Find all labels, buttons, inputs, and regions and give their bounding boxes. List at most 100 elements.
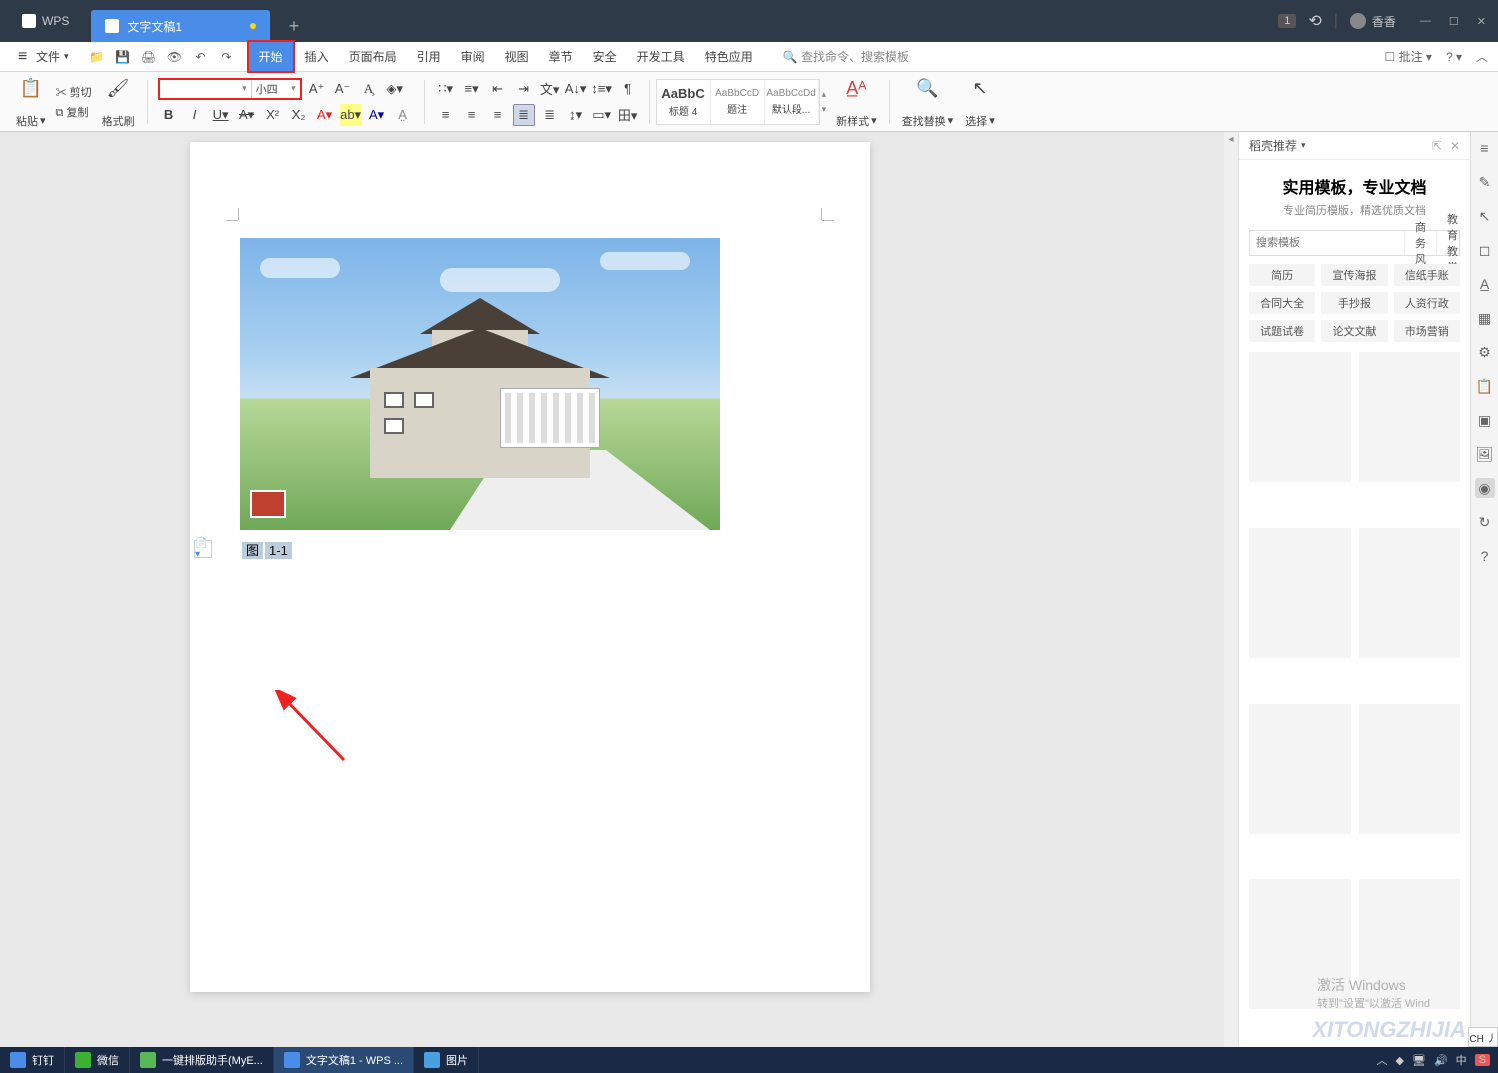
- menu-security[interactable]: 安全: [583, 42, 627, 71]
- inserted-image[interactable]: [240, 238, 720, 530]
- taskbar-dingtalk[interactable]: 钉钉: [0, 1047, 65, 1073]
- superscript-button[interactable]: X²: [262, 104, 284, 126]
- undo-button[interactable]: ↶: [191, 47, 211, 67]
- notification-badge[interactable]: 1: [1278, 14, 1296, 28]
- print-preview-icon[interactable]: 👁: [165, 47, 185, 67]
- tag-thesis[interactable]: 论文文献: [1321, 320, 1387, 342]
- tag-poster[interactable]: 宣传海报: [1321, 264, 1387, 286]
- new-tab-button[interactable]: +: [278, 10, 310, 42]
- highlight-button[interactable]: ab▾: [340, 104, 362, 126]
- taskbar-wps[interactable]: 文字文稿1 - WPS ...: [274, 1047, 414, 1073]
- increase-indent-button[interactable]: ⇥: [513, 78, 535, 100]
- image-icon[interactable]: 🖼: [1475, 444, 1495, 464]
- text-effects-button[interactable]: A▾: [314, 104, 336, 126]
- hamburger-icon[interactable]: ≡: [1475, 138, 1495, 158]
- bullets-button[interactable]: ∷▾: [435, 78, 457, 100]
- tag-handdraw[interactable]: 手抄报: [1321, 292, 1387, 314]
- document-tab[interactable]: 文字文稿1: [91, 10, 270, 42]
- borders-button[interactable]: 田▾: [617, 104, 639, 126]
- pencil-icon[interactable]: ✎: [1475, 172, 1495, 192]
- format-painter-group[interactable]: 🖌 格式刷: [96, 75, 141, 129]
- text-icon[interactable]: A̲: [1475, 274, 1495, 294]
- show-marks-button[interactable]: ¶: [617, 78, 639, 100]
- close-button[interactable]: ✕: [1477, 15, 1486, 28]
- align-center-button[interactable]: ≡: [461, 104, 483, 126]
- tray-up-icon[interactable]: ︿: [1377, 1052, 1388, 1068]
- close-panel-button[interactable]: ✕: [1450, 139, 1460, 153]
- taskbar-typeset[interactable]: 一键排版助手(MyE...: [130, 1047, 274, 1073]
- clipboard-icon[interactable]: 📋: [1475, 376, 1495, 396]
- redo-button[interactable]: ↷: [217, 47, 237, 67]
- new-style-group[interactable]: A̲ᴬ 新样式▾: [830, 75, 883, 129]
- tray-ime-label[interactable]: 中: [1456, 1052, 1467, 1068]
- distribute-button[interactable]: ≣: [539, 104, 561, 126]
- menu-references[interactable]: 引用: [407, 42, 451, 71]
- font-name-input[interactable]: ▾: [160, 80, 252, 98]
- paste-group[interactable]: 📋 粘贴▾: [10, 75, 52, 129]
- pin-icon[interactable]: ⇱: [1432, 139, 1442, 153]
- text-direction-button[interactable]: 文▾: [539, 78, 561, 100]
- template-icon[interactable]: ◉: [1475, 478, 1495, 498]
- panel-toggle-icon[interactable]: ◂: [1224, 134, 1238, 145]
- taskbar-wechat[interactable]: 微信: [65, 1047, 130, 1073]
- search-tab-education[interactable]: 教育教学: [1436, 231, 1468, 255]
- subscript-button[interactable]: X₂: [288, 104, 310, 126]
- style-down-button[interactable]: ▾: [822, 104, 827, 115]
- command-search[interactable]: 🔍 查找命令、搜索模板: [783, 48, 909, 65]
- shading-button[interactable]: ▭▾: [591, 104, 613, 126]
- menu-review[interactable]: 审阅: [451, 42, 495, 71]
- style-heading4[interactable]: AaBbC 标题 4: [657, 80, 711, 124]
- align-left-button[interactable]: ≡: [435, 104, 457, 126]
- help-icon[interactable]: ?: [1475, 546, 1495, 566]
- align-justify-button[interactable]: ≣: [513, 104, 535, 126]
- change-case-button[interactable]: A̧: [358, 78, 380, 100]
- tag-resume[interactable]: 简历: [1249, 264, 1315, 286]
- refresh-icon[interactable]: ↻: [1475, 512, 1495, 532]
- cut-button[interactable]: ✂ 剪切: [56, 84, 92, 100]
- tray-network-icon[interactable]: 🖥: [1412, 1054, 1426, 1067]
- tag-hr[interactable]: 人资行政: [1394, 292, 1460, 314]
- tag-marketing[interactable]: 市场营销: [1394, 320, 1460, 342]
- print-icon[interactable]: 🖨: [139, 47, 159, 67]
- grid-icon[interactable]: ▦: [1475, 308, 1495, 328]
- template-card[interactable]: [1249, 528, 1351, 658]
- copy-button[interactable]: ⧉ 复制: [56, 104, 92, 120]
- minimize-button[interactable]: —: [1420, 15, 1431, 28]
- wps-home-tab[interactable]: WPS: [0, 0, 91, 42]
- menu-page-layout[interactable]: 页面布局: [339, 42, 407, 71]
- sync-icon[interactable]: ⟲: [1308, 11, 1321, 31]
- document-page[interactable]: 📄▾ 图1-1: [190, 142, 870, 992]
- tray-sogou-icon[interactable]: S: [1475, 1054, 1490, 1066]
- template-card[interactable]: [1359, 528, 1461, 658]
- numbering-button[interactable]: ≡▾: [461, 78, 483, 100]
- paragraph-spacing-button[interactable]: ↨▾: [565, 104, 587, 126]
- bold-button[interactable]: B: [158, 104, 180, 126]
- tray-volume-icon[interactable]: 🔊: [1434, 1054, 1448, 1067]
- underline-button[interactable]: U▾: [210, 104, 232, 126]
- shape-icon[interactable]: ◻: [1475, 240, 1495, 260]
- template-card[interactable]: [1249, 704, 1351, 834]
- ime-indicator[interactable]: CH 丿: [1468, 1027, 1498, 1047]
- template-card[interactable]: [1249, 352, 1351, 482]
- collapse-ribbon-button[interactable]: ︿: [1476, 48, 1488, 65]
- help-button[interactable]: ? ▾: [1446, 50, 1462, 64]
- strikethrough-button[interactable]: A▾: [236, 104, 258, 126]
- style-default[interactable]: AaBbCcDd 默认段...: [765, 80, 819, 124]
- chevron-down-icon[interactable]: ▾: [1301, 140, 1306, 151]
- phonetic-button[interactable]: A̤: [392, 104, 414, 126]
- search-tab-business[interactable]: 商务风: [1404, 231, 1436, 255]
- menu-insert[interactable]: 插入: [295, 42, 339, 71]
- paragraph-handle-icon[interactable]: 📄▾: [194, 540, 212, 558]
- template-card[interactable]: [1359, 704, 1461, 834]
- increase-font-button[interactable]: A⁺: [306, 78, 328, 100]
- tag-letter[interactable]: 信纸手账: [1394, 264, 1460, 286]
- cursor-icon[interactable]: ↖: [1475, 206, 1495, 226]
- screenshot-icon[interactable]: ▣: [1475, 410, 1495, 430]
- template-card[interactable]: [1359, 352, 1461, 482]
- menu-chapter[interactable]: 章节: [539, 42, 583, 71]
- open-icon[interactable]: 📁: [87, 47, 107, 67]
- line-spacing-button[interactable]: ↕≡▾: [591, 78, 613, 100]
- sort-button[interactable]: A↓▾: [565, 78, 587, 100]
- file-menu[interactable]: 文件 ▾: [10, 48, 77, 66]
- user-account[interactable]: 香香: [1350, 13, 1396, 30]
